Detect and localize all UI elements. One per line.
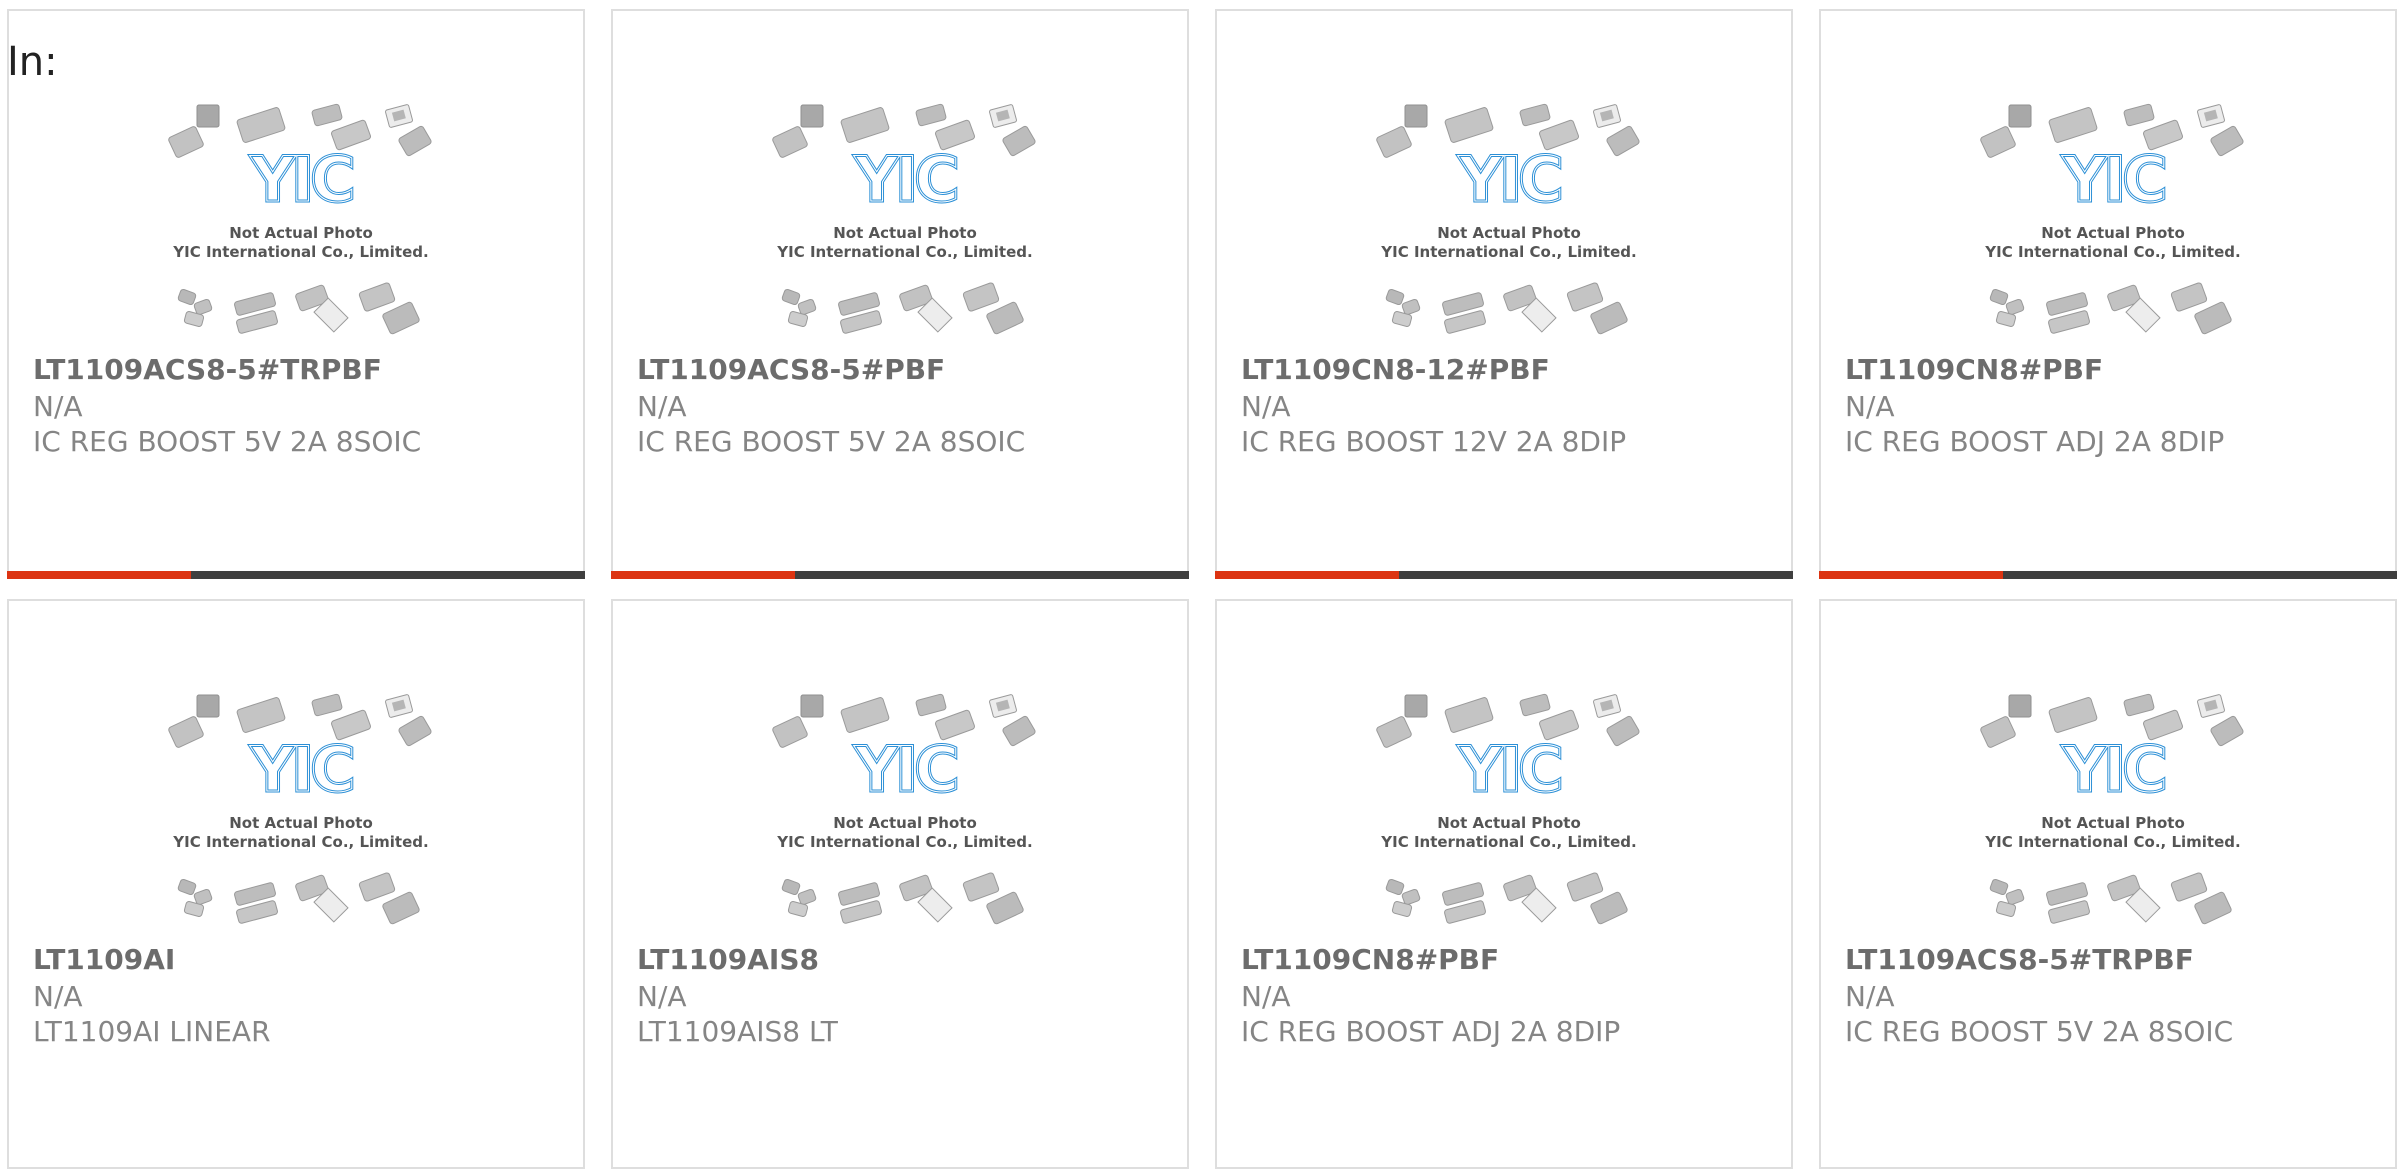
card-bar-accent [1215, 571, 1399, 579]
svg-text:YIC: YIC [2061, 733, 2164, 806]
card-bar [1819, 571, 2397, 579]
part-number[interactable]: LT1109CN8#PBF [1241, 943, 1499, 977]
product-card[interactable]: YIC YIC Not Actual Photo YIC Internation… [1819, 9, 2397, 579]
svg-text:Not Actual Photo: Not Actual Photo [229, 224, 373, 242]
svg-text:Not Actual Photo: Not Actual Photo [229, 814, 373, 832]
card-bar-accent [7, 571, 191, 579]
part-number[interactable]: LT1109ACS8-5#TRPBF [33, 353, 382, 387]
svg-text:Not Actual Photo: Not Actual Photo [1437, 814, 1581, 832]
description: LT1109AI LINEAR [33, 1015, 271, 1048]
part-number[interactable]: LT1109AI [33, 943, 175, 977]
product-card[interactable]: YIC YIC Not Actual Photo YIC Internation… [1215, 9, 1793, 579]
manufacturer: N/A [637, 390, 687, 423]
product-card[interactable]: YIC YIC Not Actual Photo YIC Internation… [7, 599, 585, 1169]
part-number[interactable]: LT1109ACS8-5#TRPBF [1845, 943, 2194, 977]
manufacturer: N/A [33, 980, 83, 1013]
product-card[interactable]: YIC YIC Not Actual Photo YIC Internation… [7, 9, 585, 579]
product-photo: YIC YIC Not Actual Photo YIC Internation… [1373, 691, 1645, 937]
card-bar [1215, 571, 1793, 579]
svg-text:YIC International Co., Limited: YIC International Co., Limited. [1380, 243, 1636, 261]
svg-text:Not Actual Photo: Not Actual Photo [833, 224, 977, 242]
svg-text:Not Actual Photo: Not Actual Photo [2041, 224, 2185, 242]
svg-text:YIC: YIC [1457, 143, 1560, 216]
svg-text:YIC International Co., Limited: YIC International Co., Limited. [1984, 243, 2240, 261]
card-bar [611, 571, 1189, 579]
svg-text:YIC: YIC [1457, 733, 1560, 806]
description: IC REG BOOST ADJ 2A 8DIP [1241, 1015, 1621, 1048]
product-card[interactable]: YIC YIC Not Actual Photo YIC Internation… [1819, 599, 2397, 1169]
product-photo: YIC YIC Not Actual Photo YIC Internation… [1977, 101, 2249, 347]
product-photo: YIC YIC Not Actual Photo YIC Internation… [1977, 691, 2249, 937]
svg-text:YIC International Co., Limited: YIC International Co., Limited. [1380, 833, 1636, 851]
description: IC REG BOOST 5V 2A 8SOIC [1845, 1015, 2234, 1048]
product-card[interactable]: YIC YIC Not Actual Photo YIC Internation… [1215, 599, 1793, 1169]
product-photo: YIC YIC Not Actual Photo YIC Internation… [769, 691, 1041, 937]
card-bar-accent [1819, 571, 2003, 579]
svg-text:YIC: YIC [853, 733, 956, 806]
product-photo: YIC YIC Not Actual Photo YIC Internation… [769, 101, 1041, 347]
svg-text:YIC International Co., Limited: YIC International Co., Limited. [776, 243, 1032, 261]
svg-text:Not Actual Photo: Not Actual Photo [1437, 224, 1581, 242]
product-photo: YIC YIC Not Actual Photo YIC Internation… [165, 691, 437, 937]
svg-text:Not Actual Photo: Not Actual Photo [2041, 814, 2185, 832]
product-photo: YIC YIC Not Actual Photo YIC Internation… [165, 101, 437, 347]
svg-text:YIC International Co., Limited: YIC International Co., Limited. [1984, 833, 2240, 851]
svg-text:YIC: YIC [2061, 143, 2164, 216]
card-bar [7, 571, 585, 579]
manufacturer: N/A [1845, 390, 1895, 423]
manufacturer: N/A [1845, 980, 1895, 1013]
product-photo: YIC YIC Not Actual Photo YIC Internation… [1373, 101, 1645, 347]
description: IC REG BOOST ADJ 2A 8DIP [1845, 425, 2225, 458]
svg-text:YIC International Co., Limited: YIC International Co., Limited. [172, 243, 428, 261]
product-card[interactable]: YIC YIC Not Actual Photo YIC Internation… [611, 9, 1189, 579]
svg-text:YIC International Co., Limited: YIC International Co., Limited. [172, 833, 428, 851]
part-number[interactable]: LT1109ACS8-5#PBF [637, 353, 945, 387]
part-number[interactable]: LT1109CN8#PBF [1845, 353, 2103, 387]
svg-text:YIC: YIC [249, 143, 352, 216]
manufacturer: N/A [33, 390, 83, 423]
filter-label: In: [7, 39, 58, 85]
svg-text:YIC International Co., Limited: YIC International Co., Limited. [776, 833, 1032, 851]
description: IC REG BOOST 12V 2A 8DIP [1241, 425, 1627, 458]
svg-text:YIC: YIC [853, 143, 956, 216]
manufacturer: N/A [637, 980, 687, 1013]
svg-text:Not Actual Photo: Not Actual Photo [833, 814, 977, 832]
description: LT1109AIS8 LT [637, 1015, 838, 1048]
manufacturer: N/A [1241, 390, 1291, 423]
description: IC REG BOOST 5V 2A 8SOIC [33, 425, 422, 458]
card-bar-accent [611, 571, 795, 579]
part-number[interactable]: LT1109CN8-12#PBF [1241, 353, 1550, 387]
part-number[interactable]: LT1109AIS8 [637, 943, 819, 977]
manufacturer: N/A [1241, 980, 1291, 1013]
svg-text:YIC: YIC [249, 733, 352, 806]
product-card[interactable]: YIC YIC Not Actual Photo YIC Internation… [611, 599, 1189, 1169]
description: IC REG BOOST 5V 2A 8SOIC [637, 425, 1026, 458]
